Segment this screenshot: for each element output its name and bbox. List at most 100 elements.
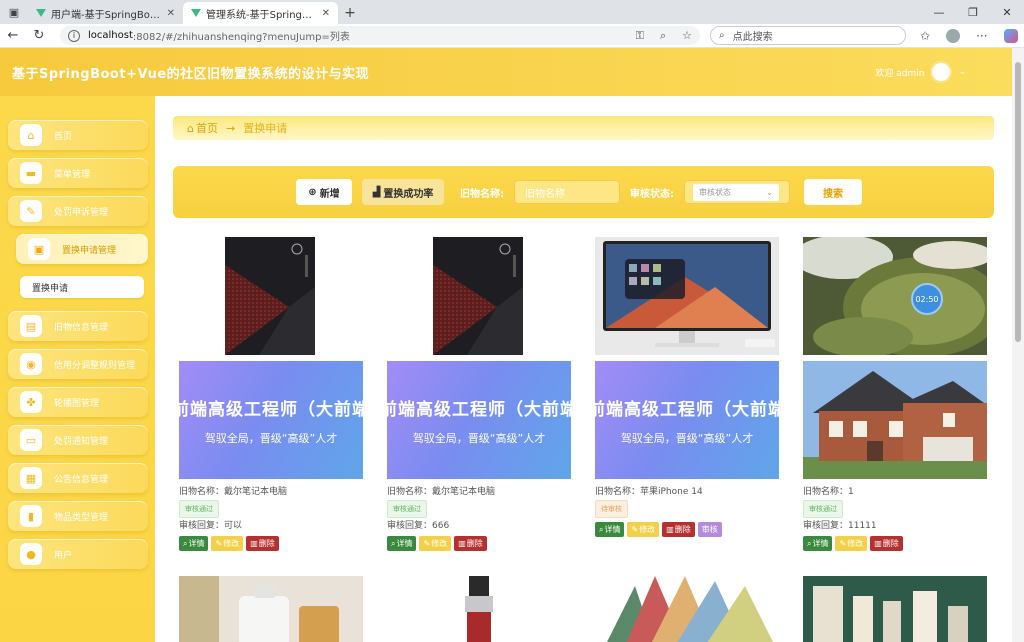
item-name-input[interactable]: 旧物名称 (514, 180, 620, 204)
edit-button[interactable]: ✎ 修改 (419, 536, 452, 551)
item-name: 旧物名称：戴尔笔记本电脑 (387, 487, 496, 497)
detail-button[interactable]: ⌕ 详情 (803, 536, 833, 551)
detail-button[interactable]: ⌕ 详情 (387, 536, 417, 551)
close-icon[interactable]: ✕ (322, 8, 330, 19)
detail-label: 详情 (396, 538, 413, 548)
page-scrollbar[interactable] (1012, 48, 1024, 642)
sidebar-item-home[interactable]: ⌂ 首页 (8, 120, 148, 150)
card-actions: ⌕ 详情 ✎ 修改 ▥ 删除 审核 (595, 522, 779, 537)
exchange-card (803, 576, 987, 642)
delete-button[interactable]: ▥ 删除 (662, 522, 695, 537)
trash-icon: ▥ (874, 538, 882, 548)
restore-icon[interactable]: ❐ (956, 6, 990, 19)
item-image[interactable] (387, 576, 571, 642)
sidebar-item-user[interactable]: ● 用户 (8, 539, 148, 569)
sidebar-item-carousel[interactable]: ✤ 轮播图管理 (8, 387, 148, 417)
reload-icon[interactable]: ↻ (26, 28, 52, 43)
sidebar-item-items[interactable]: ▤ 旧物信息管理 (8, 311, 148, 341)
box-icon: ▤ (20, 315, 42, 337)
item-image[interactable] (179, 237, 363, 355)
more-icon[interactable]: ··· (976, 29, 987, 43)
key-icon[interactable]: ⚿ (636, 29, 644, 43)
zoom-icon[interactable]: ⌕ (660, 29, 666, 43)
tab-actions-icon[interactable]: ▣ (0, 0, 28, 24)
star-icon[interactable]: ☆ (682, 29, 692, 43)
close-icon[interactable]: ✕ (167, 8, 175, 19)
browser-tab-user[interactable]: 用户端-基于SpringBoot+Vue的社 ✕ (28, 2, 183, 24)
banner-image[interactable]: 前端高级工程师（大前端 驾驭全局，晋级“高级”人才 (387, 361, 571, 479)
avatar[interactable]: ☺ (930, 61, 953, 83)
scrollbar-thumb[interactable] (1015, 62, 1021, 342)
item-image[interactable] (179, 576, 363, 642)
breadcrumb: ⌂ 首页 → 置换申请 (173, 116, 994, 140)
breadcrumb-home[interactable]: 首页 (196, 120, 218, 136)
breadcrumb-current: 置换申请 (243, 122, 288, 135)
card-actions: ⌕ 详情 ✎ 修改 ▥ 删除 (179, 536, 363, 551)
sidebar-item-category[interactable]: ▮ 物品类型管理 (8, 501, 148, 531)
sidebar-item-label: 用户 (54, 550, 73, 561)
browser-tab-admin[interactable]: 管理系统-基于SpringBoot+Vue的 ✕ (183, 2, 338, 24)
back-icon[interactable]: ← (0, 28, 26, 43)
close-window-icon[interactable]: ✕ (990, 6, 1024, 19)
banner-image[interactable]: 前端高级工程师（大前端 驾驭全局，晋级“高级”人才 (179, 361, 363, 479)
browser-tab-bar: ▣ 用户端-基于SpringBoot+Vue的社 ✕ 管理系统-基于Spring… (0, 0, 1024, 24)
user-menu[interactable]: 欢迎 admin ☺ ⌄ (875, 61, 966, 83)
plus-circle-icon: ⊕ (308, 186, 317, 198)
item-image[interactable] (803, 576, 987, 642)
chevron-down-icon[interactable]: ⌄ (958, 67, 966, 77)
exchange-card (387, 576, 571, 642)
sidebar-item-announce[interactable]: ▦ 公告信息管理 (8, 463, 148, 493)
sidebar-item-appeal[interactable]: ✎ 处罚申诉管理 (8, 196, 148, 226)
item-image[interactable] (595, 576, 779, 642)
status-select[interactable]: 审核状态 ⌄ (684, 180, 790, 204)
copilot-icon[interactable] (1003, 28, 1018, 43)
delete-button[interactable]: ▥ 删除 (246, 536, 279, 551)
add-button[interactable]: ⊕ 新增 (296, 179, 352, 205)
detail-button[interactable]: ⌕ 详情 (179, 536, 209, 551)
detail-button[interactable]: ⌕ 详情 (595, 522, 625, 537)
favorites-icon[interactable]: ✩ (920, 29, 930, 43)
banner-image[interactable]: 前端高级工程师（大前端 驾驭全局，晋级“高级”人才 (595, 361, 779, 479)
profile-icon[interactable] (946, 28, 961, 43)
item-image[interactable] (387, 237, 571, 355)
sidebar-item-label: 菜单管理 (54, 169, 91, 180)
menu-icon: ▬ (20, 162, 42, 184)
sidebar-item-label: 首页 (54, 131, 73, 142)
edit-button[interactable]: ✎ 修改 (211, 536, 244, 551)
search-button[interactable]: 搜索 (804, 179, 862, 205)
search-placeholder: 点此搜索 (732, 32, 773, 43)
delete-button[interactable]: ▥ 删除 (870, 536, 903, 551)
browser-search[interactable]: ⌕ 点此搜索 (710, 26, 906, 45)
item-image[interactable] (595, 237, 779, 355)
edit-button[interactable]: ✎ 修改 (627, 522, 660, 537)
pencil-icon: ✎ (839, 538, 847, 548)
banner-title: 前端高级工程师（大前端 (595, 399, 779, 420)
status-select-box[interactable]: 审核状态 ⌄ (693, 183, 779, 201)
detail-label: 详情 (604, 524, 621, 534)
new-tab-button[interactable]: + (338, 2, 362, 24)
sidebar-item-credit[interactable]: ◉ 信用分调整规则管理 (8, 349, 148, 379)
edit-button[interactable]: ✎ 修改 (835, 536, 868, 551)
review-button[interactable]: 审核 (697, 522, 722, 537)
item-name-label: 旧物名称: (460, 188, 504, 200)
timer-badge: 02:50 (911, 283, 943, 315)
sidebar-subitem-exchange-request[interactable]: 置换申请 (20, 276, 144, 298)
item-image[interactable]: 02:50 (803, 237, 987, 355)
tab-title: 管理系统-基于SpringBoot+Vue的 (206, 9, 317, 21)
sidebar-item-menu[interactable]: ▬ 菜单管理 (8, 158, 148, 188)
info-icon[interactable]: i (68, 29, 80, 42)
success-rate-button[interactable]: ▟ 置换成功率 (362, 179, 444, 205)
search-icon: ⌕ (599, 524, 604, 534)
url-field[interactable]: i localhost :8082/#/zhihuanshenqing?menu… (60, 26, 700, 45)
chevron-down-icon: ⌄ (766, 187, 773, 197)
notice-icon: ▭ (20, 429, 42, 451)
search-icon: ⌕ (719, 30, 725, 41)
house-image[interactable] (803, 361, 987, 479)
review-reply: 审核回复：666 (387, 521, 450, 531)
sidebar-item-penalty[interactable]: ▭ 处罚通知管理 (8, 425, 148, 455)
detail-label: 详情 (812, 538, 829, 548)
delete-button[interactable]: ▥ 删除 (454, 536, 487, 551)
bar-chart-icon: ▟ (372, 186, 381, 198)
sidebar-item-exchange[interactable]: ▣ 置换申请管理 (16, 234, 148, 264)
minimize-icon[interactable]: — (922, 6, 956, 19)
